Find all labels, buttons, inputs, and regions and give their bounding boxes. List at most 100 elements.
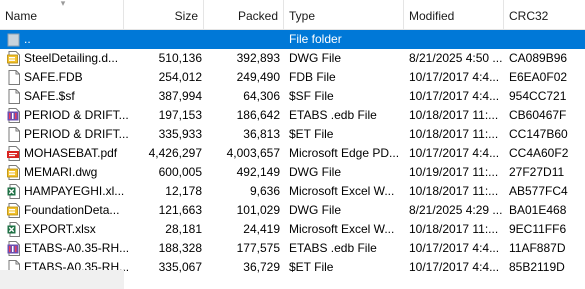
file-type: Microsoft Edge PD...: [289, 146, 400, 160]
file-modified: 10/18/2017 11:...: [409, 222, 499, 236]
column-header-size[interactable]: Size: [124, 0, 204, 30]
file-crc32: [509, 30, 579, 49]
column-header-modified[interactable]: Modified: [404, 0, 504, 30]
file-type: DWG File: [289, 203, 341, 217]
file-type: DWG File: [289, 51, 341, 65]
file-packed-size: 177,575: [236, 241, 280, 255]
file-packed-size: 9,636: [249, 184, 280, 198]
file-modified: 10/17/2017 4:4...: [409, 146, 500, 160]
file-modified: 10/17/2017 4:4...: [409, 241, 500, 255]
file-packed-size: 101,029: [236, 203, 280, 217]
file-row[interactable]: FoundationDeta... 121,663 101,029 DWG File 8…: [0, 201, 585, 220]
sort-descending-icon: ▾: [60, 0, 66, 8]
column-header-name-label: Name: [5, 9, 38, 23]
file-crc32: BA01E468: [509, 203, 567, 217]
file-packed-size: 36,729: [243, 260, 280, 274]
file-size: 121,663: [158, 203, 202, 217]
parent-folder-row[interactable]: .. File folder: [0, 30, 585, 49]
column-header-type[interactable]: Type: [284, 0, 404, 30]
file-row[interactable]: ETABS-A0.35-RH... 188,328 177,575 ETABS .ed…: [0, 239, 585, 258]
etabs-file-icon: [7, 108, 21, 123]
file-crc32: E6EA0F02: [509, 70, 568, 84]
file-packed-size: 64,306: [243, 89, 280, 103]
file-name: HAMPAYEGHI.xl...: [24, 184, 125, 198]
file-type: Microsoft Excel W...: [289, 222, 395, 236]
generic-file-icon: [7, 89, 21, 104]
file-row[interactable]: PERIOD & DRIFT... 335,933 36,813 $ET File 10…: [0, 125, 585, 144]
file-type: Microsoft Excel W...: [289, 184, 395, 198]
column-header-type-label: Type: [289, 9, 316, 23]
generic-file-icon: [7, 70, 21, 85]
file-size: 600,005: [158, 165, 202, 179]
file-size: 197,153: [158, 108, 202, 122]
file-name: SAFE.FDB: [24, 70, 83, 84]
excel-file-icon: [7, 222, 21, 237]
file-packed-size: 24,419: [243, 222, 280, 236]
file-name: PERIOD & DRIFT...: [24, 108, 129, 122]
column-header-packed[interactable]: Packed: [204, 0, 284, 30]
file-name: ETABS-A0.35-RH...: [24, 241, 130, 255]
parent-folder-icon: [7, 32, 21, 47]
file-row[interactable]: HAMPAYEGHI.xl... 12,178 9,636 Microsoft Exc…: [0, 182, 585, 201]
file-size: 510,136: [158, 51, 202, 65]
file-crc32: 11AF887D: [509, 241, 566, 255]
file-crc32: CA089B96: [509, 51, 568, 65]
file-row[interactable]: SAFE.$sf 387,994 64,306 $SF File 10/17/2017 …: [0, 87, 585, 106]
generic-file-icon: [7, 127, 21, 142]
file-name: EXPORT.xlsx: [24, 222, 96, 236]
file-modified: 10/18/2017 11:...: [409, 108, 499, 122]
dwg-file-icon: [7, 165, 21, 180]
file-type: DWG File: [289, 165, 341, 179]
file-modified: 10/18/2017 11:...: [409, 184, 499, 198]
file-size: 4,426,297: [148, 146, 202, 160]
file-modified: 10/17/2017 4:4...: [409, 89, 500, 103]
file-modified: 10/19/2017 11:...: [409, 165, 499, 179]
column-header-crc32[interactable]: CRC32: [504, 0, 585, 30]
file-size: 28,181: [165, 222, 202, 236]
file-type: $SF File: [289, 89, 334, 103]
column-header-crc32-label: CRC32: [509, 9, 549, 23]
file-size: 188,328: [158, 241, 202, 255]
file-row[interactable]: SteelDetailing.d... 510,136 392,893 DWG Fil…: [0, 49, 585, 68]
pdf-file-icon: [7, 146, 21, 161]
file-size: 335,933: [158, 127, 202, 141]
column-header-name[interactable]: Name ▾: [0, 0, 124, 30]
dwg-file-icon: [7, 203, 21, 218]
file-modified: [409, 30, 507, 49]
file-packed-size: 4,003,657: [226, 146, 280, 160]
file-type: $ET File: [289, 260, 334, 274]
file-name: MEMARI.dwg: [24, 165, 98, 179]
column-header-modified-label: Modified: [409, 9, 455, 23]
file-modified: 10/17/2017 4:4...: [409, 70, 500, 84]
column-header-bar: Name ▾ Size Packed Type Modified CRC32: [0, 0, 585, 30]
file-crc32: CB60467F: [509, 108, 567, 122]
file-type: FDB File: [289, 70, 336, 84]
file-name: FoundationDeta...: [24, 203, 120, 217]
file-crc32: 954CC721: [509, 89, 567, 103]
file-packed-size: 249,490: [236, 70, 280, 84]
file-size: 254,012: [158, 70, 202, 84]
excel-file-icon: [7, 184, 21, 199]
file-type: ETABS .edb File: [289, 241, 377, 255]
file-packed-size: 36,813: [243, 127, 280, 141]
file-row[interactable]: EXPORT.xlsx 28,181 24,419 Microsoft Excel W…: [0, 220, 585, 239]
file-packed-size: 186,642: [236, 108, 280, 122]
file-name: SAFE.$sf: [24, 89, 75, 103]
dwg-file-icon: [7, 51, 21, 66]
file-row[interactable]: SAFE.FDB 254,012 249,490 FDB File 10/17/2017…: [0, 68, 585, 87]
file-crc32: CC4A60F2: [509, 146, 569, 160]
file-name: ..: [24, 32, 31, 46]
file-modified: 10/17/2017 4:4...: [409, 260, 500, 274]
column-header-packed-label: Packed: [237, 9, 278, 23]
file-name: SteelDetailing.d...: [24, 51, 119, 65]
file-row[interactable]: MOHASEBAT.pdf 4,426,297 4,003,657 Microsoft…: [0, 144, 585, 163]
file-row[interactable]: PERIOD & DRIFT... 197,153 186,642 ETABS .ed…: [0, 106, 585, 125]
file-row[interactable]: MEMARI.dwg 600,005 492,149 DWG File 10/19/20…: [0, 163, 585, 182]
file-crc32: AB577FC4: [509, 184, 568, 198]
column-header-size-label: Size: [174, 9, 198, 23]
file-type: ETABS .edb File: [289, 108, 377, 122]
file-modified: 10/18/2017 11:...: [409, 127, 499, 141]
horizontal-scroll-area[interactable]: [0, 270, 124, 289]
file-modified: 8/21/2025 4:50 ...: [409, 51, 503, 65]
file-size: 12,178: [165, 184, 202, 198]
